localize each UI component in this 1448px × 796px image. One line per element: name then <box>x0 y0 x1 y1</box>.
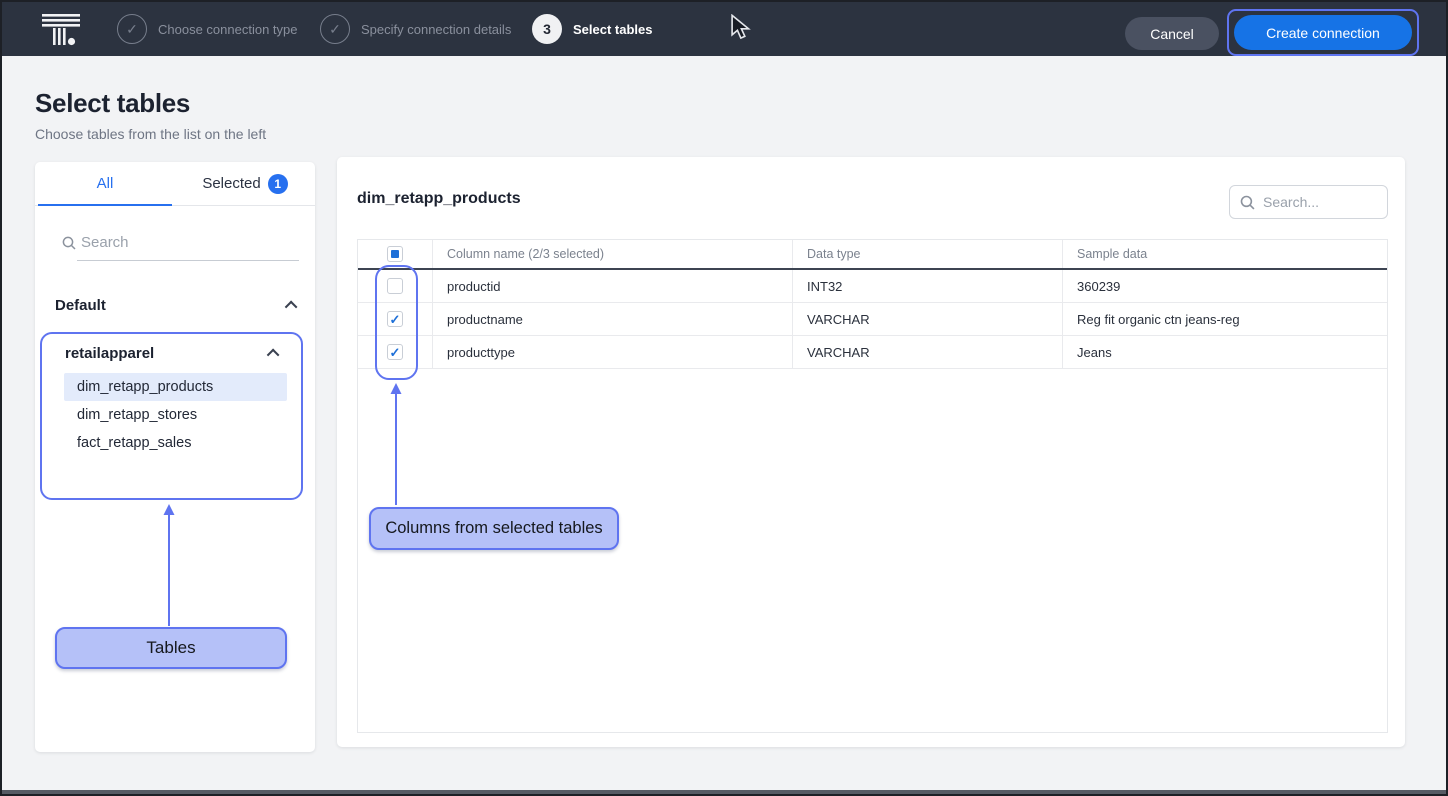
step-specify-connection-details[interactable]: ✓ Specify connection details <box>320 14 511 44</box>
page-title: Select tables <box>35 88 266 119</box>
cell-column-name: producttype <box>433 336 793 368</box>
select-all-checkbox[interactable] <box>387 246 403 262</box>
step-select-tables[interactable]: 3 Select tables <box>532 14 653 44</box>
step-label: Specify connection details <box>361 22 511 37</box>
list-item-fact-retapp-sales[interactable]: fact_retapp_sales <box>64 429 287 457</box>
tables-search <box>62 232 299 261</box>
step-number: 3 <box>532 14 562 44</box>
app-window: ✓ Choose connection type ✓ Specify conne… <box>0 0 1448 796</box>
list-item-dim-retapp-stores[interactable]: dim_retapp_stores <box>64 401 287 429</box>
row-checkbox[interactable] <box>387 311 403 327</box>
tab-selected-label: Selected <box>202 175 260 192</box>
tables-panel: All Selected 1 Default retailapparel dim… <box>35 162 315 752</box>
header-column-name: Column name (2/3 selected) <box>433 240 793 268</box>
columns-table-header: Column name (2/3 selected) Data type Sam… <box>358 240 1387 270</box>
page-subtitle: Choose tables from the list on the left <box>35 126 266 142</box>
cell-column-name: productname <box>433 303 793 335</box>
table-list: dim_retapp_products dim_retapp_stores fa… <box>64 373 287 457</box>
columns-annotation-label: Columns from selected tables <box>369 507 619 550</box>
group-default[interactable]: Default <box>55 297 297 314</box>
tables-panel-tabs: All Selected 1 <box>35 162 315 206</box>
selected-table-title: dim_retapp_products <box>357 190 521 208</box>
thoughtspot-logo <box>40 13 82 47</box>
columns-panel: dim_retapp_products Column name (2/3 sel… <box>337 157 1405 747</box>
cell-data-type: VARCHAR <box>793 303 1063 335</box>
row-checkbox[interactable] <box>387 344 403 360</box>
tab-all-label: All <box>97 175 114 192</box>
search-icon <box>62 236 76 250</box>
step-done-check-icon: ✓ <box>117 14 147 44</box>
tables-annotation-label: Tables <box>55 627 287 669</box>
search-icon <box>1240 195 1255 210</box>
tables-annotation-arrow <box>161 504 177 626</box>
mouse-cursor <box>730 14 752 40</box>
step-label: Select tables <box>573 22 653 37</box>
create-connection-button[interactable]: Create connection <box>1234 15 1412 50</box>
table-row: productid INT32 360239 <box>358 270 1387 303</box>
schema-label: retailapparel <box>65 345 154 362</box>
cell-data-type: INT32 <box>793 270 1063 302</box>
group-default-label: Default <box>55 297 106 314</box>
row-checkbox[interactable] <box>387 278 403 294</box>
table-row: productname VARCHAR Reg fit organic ctn … <box>358 303 1387 336</box>
cell-sample-data: 360239 <box>1063 270 1387 302</box>
chevron-up-icon <box>267 349 280 362</box>
columns-search-input[interactable] <box>1263 194 1373 210</box>
selected-count-badge: 1 <box>268 174 288 194</box>
wizard-header: ✓ Choose connection type ✓ Specify conne… <box>2 2 1446 56</box>
cell-sample-data: Jeans <box>1063 336 1387 368</box>
cancel-button[interactable]: Cancel <box>1125 17 1219 50</box>
tab-selected[interactable]: Selected 1 <box>175 162 315 205</box>
tables-search-input[interactable] <box>77 232 299 261</box>
cell-sample-data: Reg fit organic ctn jeans-reg <box>1063 303 1387 335</box>
header-data-type: Data type <box>793 240 1063 268</box>
header-sample-data: Sample data <box>1063 240 1387 268</box>
columns-table: Column name (2/3 selected) Data type Sam… <box>357 239 1388 733</box>
cell-data-type: VARCHAR <box>793 336 1063 368</box>
tab-all[interactable]: All <box>35 162 175 205</box>
step-label: Choose connection type <box>158 22 297 37</box>
schema-retailapparel[interactable]: retailapparel <box>65 345 279 362</box>
table-row: producttype VARCHAR Jeans <box>358 336 1387 369</box>
chevron-up-icon <box>285 301 298 314</box>
create-button-annotation-outline: Create connection <box>1227 9 1419 56</box>
step-choose-connection-type[interactable]: ✓ Choose connection type <box>117 14 297 44</box>
cell-column-name: productid <box>433 270 793 302</box>
step-done-check-icon: ✓ <box>320 14 350 44</box>
columns-search <box>1229 185 1388 219</box>
list-item-dim-retapp-products[interactable]: dim_retapp_products <box>64 373 287 401</box>
